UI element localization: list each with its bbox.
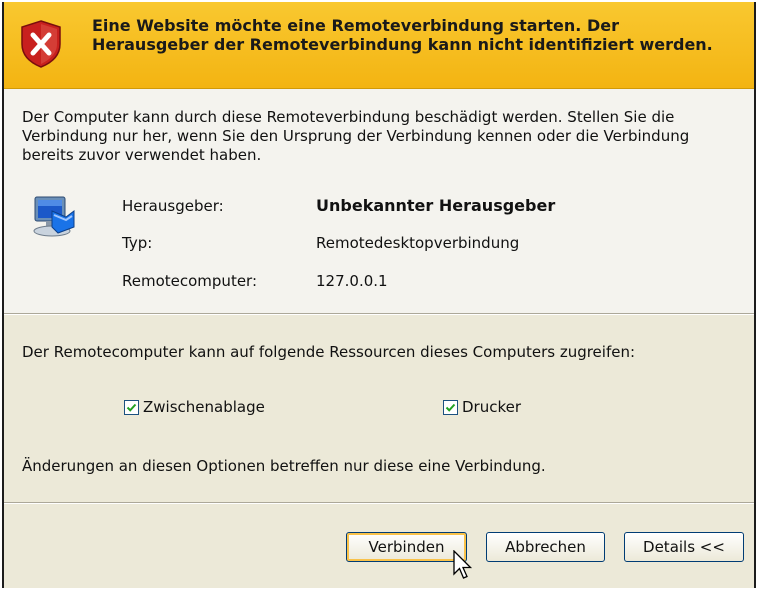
connect-button[interactable]: Verbinden	[346, 532, 467, 562]
publisher-label: Herausgeber:	[122, 197, 224, 215]
checkmark-icon	[126, 403, 137, 412]
banner-title: Eine Website möchte eine Remoteverbindun…	[92, 16, 713, 54]
printer-option[interactable]: Drucker	[443, 398, 521, 416]
type-value: Remotedesktopverbindung	[316, 234, 520, 252]
printer-label[interactable]: Drucker	[462, 398, 521, 416]
clipboard-option[interactable]: Zwischenablage	[124, 398, 265, 416]
warning-banner: Eine Website möchte eine Remoteverbindun…	[4, 2, 754, 89]
remote-connection-dialog: Eine Website möchte eine Remoteverbindun…	[2, 2, 756, 588]
security-warning-shield-icon	[21, 20, 61, 68]
publisher-value: Unbekannter Herausgeber	[316, 196, 556, 215]
remote-computer-value: 127.0.0.1	[316, 272, 388, 290]
cancel-button[interactable]: Abbrechen	[486, 532, 605, 562]
mouse-cursor-icon	[453, 550, 473, 579]
details-button[interactable]: Details <<	[624, 532, 744, 562]
warning-text: Der Computer kann durch diese Remoteverb…	[22, 108, 690, 164]
type-label: Typ:	[122, 234, 153, 252]
remote-computer-label: Remotecomputer:	[122, 272, 258, 290]
remote-computer-icon	[33, 196, 75, 237]
publisher-info-panel: Der Computer kann durch diese Remoteverb…	[4, 89, 754, 313]
options-note-text: Änderungen an diesen Optionen betreffen …	[22, 457, 546, 475]
resources-intro-text: Der Remotecomputer kann auf folgende Res…	[22, 343, 636, 361]
clipboard-checkbox[interactable]	[124, 399, 139, 415]
separator	[4, 313, 754, 315]
printer-checkbox[interactable]	[443, 399, 458, 415]
checkmark-icon	[445, 403, 456, 412]
button-separator	[4, 502, 754, 504]
clipboard-label[interactable]: Zwischenablage	[143, 398, 265, 416]
